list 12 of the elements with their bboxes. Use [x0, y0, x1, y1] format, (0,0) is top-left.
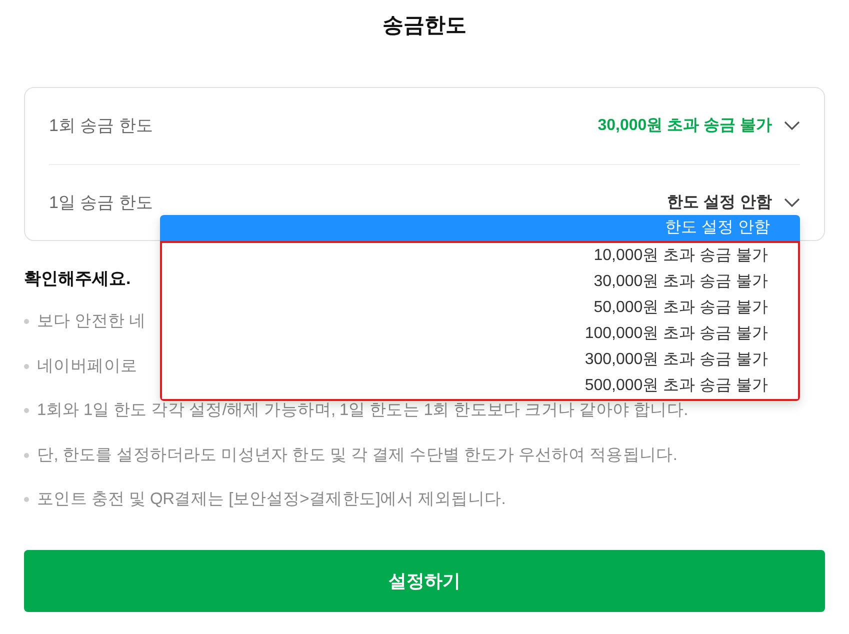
limit-select[interactable]: 한도 설정 안함	[667, 190, 800, 214]
page-title: 송금한도	[382, 13, 466, 40]
notice-heading: 확인해주세요.	[24, 268, 131, 290]
notice-text: 네이버페이로	[37, 356, 138, 377]
chevron-down-icon	[784, 198, 800, 208]
notice-text: 1회와 1일 한도 각각 설정/해제 가능하며, 1일 한도는 1회 한도보다 크거나 같아야 합니다.	[37, 400, 688, 422]
notice-text: 보다 안전한 네	[37, 311, 146, 332]
chevron-down-icon	[784, 121, 800, 131]
limit-label: 1일 송금 한도	[49, 192, 153, 214]
limit-label: 1회 송금 한도	[49, 115, 153, 138]
notice-text: 단, 한도를 설정하더라도 미성년자 한도 및 각 결제 수단별 한도가 우선하여 적용됩니다.	[37, 444, 678, 466]
notice-text: 포인트 충전 및 QR결제는 [보안설정>결제한도]에서 제외됩니다.	[37, 489, 506, 510]
